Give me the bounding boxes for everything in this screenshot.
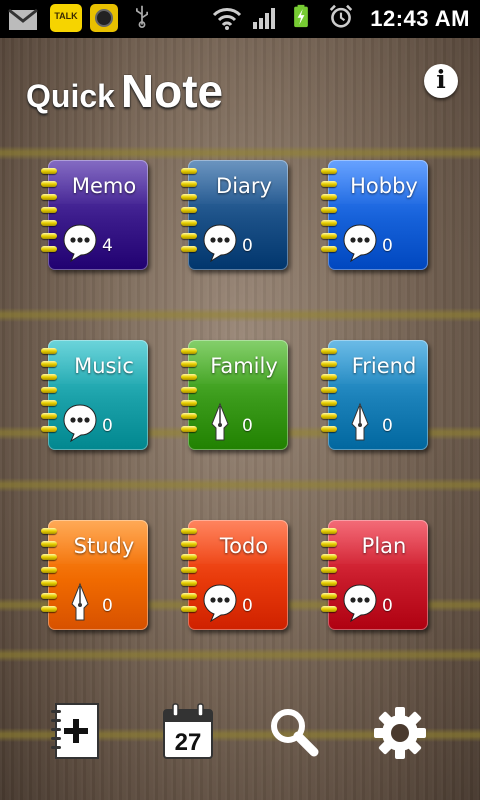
calendar-icon[interactable]: 27: [160, 700, 216, 762]
speech-bubble-icon: [62, 222, 98, 263]
settings-gear-icon[interactable]: [372, 700, 428, 762]
wifi-icon: [212, 8, 242, 30]
usb-icon: [136, 5, 148, 28]
notebook-memo[interactable]: Memo 4: [41, 160, 148, 270]
camera-app-icon: [90, 4, 118, 32]
info-button[interactable]: i: [424, 64, 458, 98]
spiral-binding: [321, 528, 339, 624]
notebook-label: Diary: [216, 174, 272, 198]
notebook-label: Todo: [219, 534, 269, 558]
notebook-label: Study: [73, 534, 135, 558]
notebook-count: 0: [382, 416, 393, 436]
battery-charging-icon: [294, 4, 308, 28]
gmail-icon: [8, 8, 38, 30]
notebook-label: Family: [210, 354, 278, 378]
speech-bubble-icon: [342, 222, 378, 263]
spiral-binding: [41, 348, 59, 444]
app-title: Quick Note: [26, 64, 223, 118]
notebook-todo[interactable]: Todo 0: [181, 520, 288, 630]
speech-bubble-icon: [202, 222, 238, 263]
notebook-count: 0: [382, 236, 393, 256]
notebook-hobby[interactable]: Hobby 0: [321, 160, 428, 270]
speech-bubble-icon: [342, 582, 378, 623]
notebook-count: 0: [242, 596, 253, 616]
spiral-binding: [181, 528, 199, 624]
fountain-pen-icon: [202, 402, 238, 442]
notebook-label: Plan: [361, 534, 407, 558]
notebook-label: Hobby: [350, 174, 418, 198]
info-icon: i: [436, 65, 446, 94]
notebook-count: 0: [242, 416, 253, 436]
signal-icon: [253, 8, 275, 29]
notebook-label: Memo: [71, 174, 137, 198]
spiral-binding: [181, 168, 199, 264]
notebook-plan[interactable]: Plan 0: [321, 520, 428, 630]
status-bar: TALK 12:43 AM: [0, 0, 480, 38]
spiral-binding: [181, 348, 199, 444]
notebook-diary[interactable]: Diary 0: [181, 160, 288, 270]
add-note-icon[interactable]: [48, 700, 104, 762]
spiral-binding: [41, 168, 59, 264]
notebook-friend[interactable]: Friend 0: [321, 340, 428, 450]
status-time: 12:43 AM: [370, 6, 470, 31]
talk-badge-text: TALK: [54, 11, 78, 21]
search-icon[interactable]: [266, 700, 322, 762]
speech-bubble-icon: [202, 582, 238, 623]
app-title-note: Note: [120, 65, 224, 117]
kakaotalk-icon: TALK: [50, 4, 82, 32]
fountain-pen-icon: [62, 582, 98, 622]
notebook-label: Music: [74, 354, 134, 378]
spiral-binding: [41, 528, 59, 624]
app-title-quick: Quick: [26, 78, 115, 114]
calendar-day-text: 27: [175, 729, 202, 756]
notebook-family[interactable]: Family 0: [181, 340, 288, 450]
spiral-binding: [321, 168, 339, 264]
notebook-count: 0: [102, 416, 113, 436]
notebook-label: Friend: [351, 354, 417, 378]
speech-bubble-icon: [62, 402, 98, 443]
fountain-pen-icon: [342, 402, 378, 442]
notebook-count: 0: [382, 596, 393, 616]
spiral-binding: [321, 348, 339, 444]
notebook-study[interactable]: Study 0: [41, 520, 148, 630]
alarm-icon: [329, 4, 353, 28]
notebook-count: 0: [102, 596, 113, 616]
notebook-count: 0: [242, 236, 253, 256]
notebook-count: 4: [102, 236, 113, 256]
notebook-music[interactable]: Music 0: [41, 340, 148, 450]
